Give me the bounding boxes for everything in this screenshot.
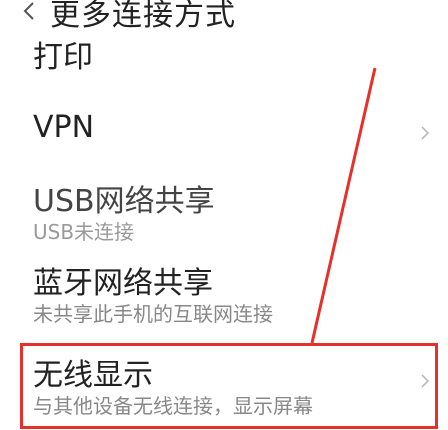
annotation-highlight-box bbox=[20, 343, 438, 429]
chevron-left-icon[interactable] bbox=[18, 0, 40, 24]
row-title-usb-tethering: USB网络共享 bbox=[33, 184, 215, 219]
settings-row-bluetooth-tethering[interactable]: 蓝牙网络共享 未共享此手机的互联网连接 bbox=[0, 262, 448, 342]
page-title: 更多连接方式 bbox=[50, 0, 236, 33]
row-sub-bluetooth-tethering: 未共享此手机的互联网连接 bbox=[33, 302, 273, 326]
top-bar: 更多连接方式 bbox=[0, 0, 448, 33]
chevron-right-icon bbox=[421, 126, 430, 140]
row-title-print: 打印 bbox=[33, 40, 93, 75]
settings-row-print[interactable]: 打印 bbox=[0, 30, 448, 100]
row-sub-usb-tethering: USB未连接 bbox=[33, 220, 135, 244]
row-title-vpn: VPN bbox=[33, 110, 95, 145]
settings-row-vpn[interactable]: VPN bbox=[0, 100, 448, 180]
settings-row-usb-tethering[interactable]: USB网络共享 USB未连接 bbox=[0, 180, 448, 260]
row-title-bluetooth-tethering: 蓝牙网络共享 bbox=[33, 266, 213, 301]
